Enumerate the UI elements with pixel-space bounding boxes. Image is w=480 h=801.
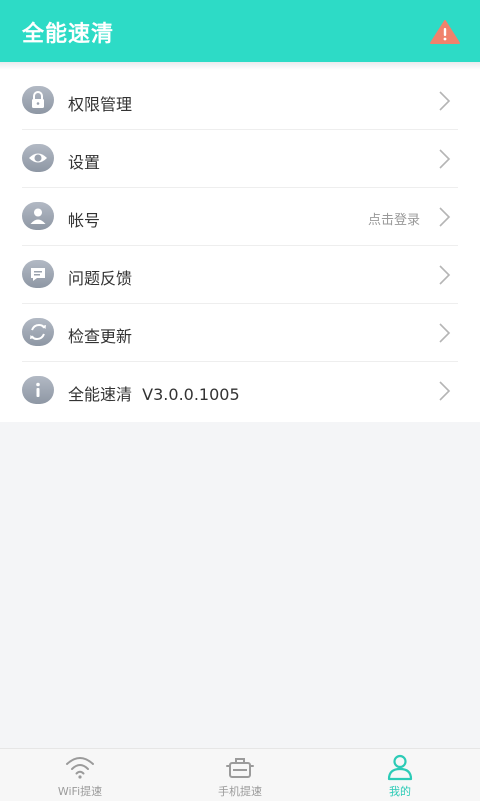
rocket-pot-icon	[226, 758, 254, 778]
menu-item-label: 检查更新	[68, 327, 133, 346]
tab-phone-boost[interactable]: 手机提速	[160, 749, 320, 801]
menu-item-about[interactable]: 全能速清 V3.0.0.1005	[0, 362, 480, 420]
app-title: 全能速清	[22, 22, 115, 47]
menu-item-label: 权限管理	[68, 95, 133, 114]
tab-label: 我的	[389, 785, 411, 798]
tab-label: 手机提速	[218, 785, 262, 798]
eye-settings-icon	[22, 144, 54, 172]
wifi-icon	[66, 757, 94, 779]
app-header: 全能速清	[0, 0, 480, 62]
info-icon	[22, 376, 54, 404]
chevron-right-icon	[439, 323, 451, 343]
user-icon	[22, 202, 54, 230]
menu-item-check-update[interactable]: 检查更新	[0, 304, 480, 362]
app-version-label: 全能速清 V3.0.0.1005	[68, 385, 240, 404]
chevron-right-icon	[439, 265, 451, 285]
menu-item-label: 帐号	[68, 211, 101, 230]
menu-item-feedback[interactable]: 问题反馈	[0, 246, 480, 304]
chevron-right-icon	[439, 91, 451, 111]
header-shadow	[0, 62, 480, 70]
settings-menu: 权限管理 设置 帐号 点击登录 问题反馈 检查更新 全能速清 V3.0.0.10…	[0, 70, 480, 422]
tab-label: WiFi提速	[57, 785, 103, 798]
menu-item-label: 问题反馈	[68, 269, 133, 288]
tab-wifi-boost[interactable]: WiFi提速	[0, 749, 160, 801]
profile-icon	[387, 754, 413, 781]
chevron-right-icon	[439, 381, 451, 401]
menu-item-settings[interactable]: 设置	[0, 130, 480, 188]
chevron-right-icon	[439, 207, 451, 227]
chevron-right-icon	[439, 149, 451, 169]
menu-item-account[interactable]: 帐号 点击登录	[0, 188, 480, 246]
warning-triangle-icon	[430, 20, 460, 44]
bottom-tab-bar: WiFi提速 手机提速 我的	[0, 748, 480, 801]
alert-button[interactable]	[428, 18, 462, 46]
lock-icon	[22, 86, 54, 114]
menu-item-label: 设置	[68, 153, 101, 172]
message-icon	[22, 260, 54, 288]
tab-mine[interactable]: 我的	[320, 749, 480, 801]
login-prompt[interactable]: 点击登录	[368, 209, 420, 228]
menu-item-permissions[interactable]: 权限管理	[0, 72, 480, 130]
refresh-icon	[22, 318, 54, 346]
